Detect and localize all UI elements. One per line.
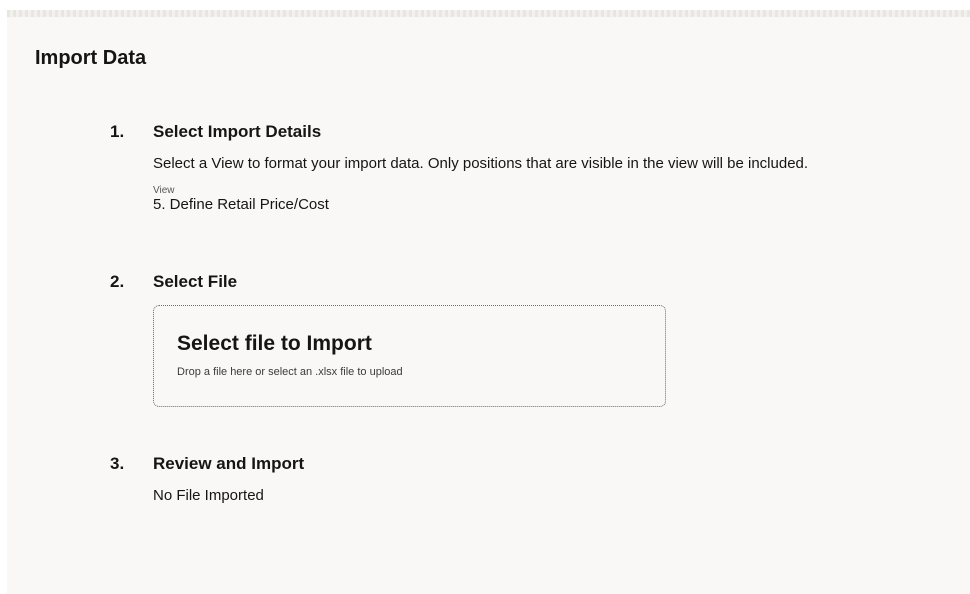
dropzone-hint: Drop a file here or select an .xlsx file…: [177, 366, 403, 378]
step-title: Select Import Details: [153, 122, 322, 141]
step-number: 3.: [110, 454, 125, 473]
step-title: Review and Import: [153, 454, 305, 473]
import-status-text: No File Imported: [153, 487, 264, 504]
view-field-value: 5. Define Retail Price/Cost: [153, 196, 329, 213]
step-number: 1.: [110, 122, 125, 141]
import-data-panel: Import Data 1. Select Import Details Sel…: [7, 10, 970, 594]
step-title: Select File: [153, 272, 238, 291]
step-number: 2.: [110, 272, 125, 291]
header-strip: [7, 10, 970, 17]
dropzone-title: Select file to Import: [177, 332, 372, 355]
step-description: Select a View to format your import data…: [153, 155, 809, 172]
page-title: Import Data: [35, 47, 147, 69]
file-dropzone[interactable]: Select file to Import Drop a file here o…: [153, 305, 666, 407]
view-field-label: View: [153, 185, 175, 196]
